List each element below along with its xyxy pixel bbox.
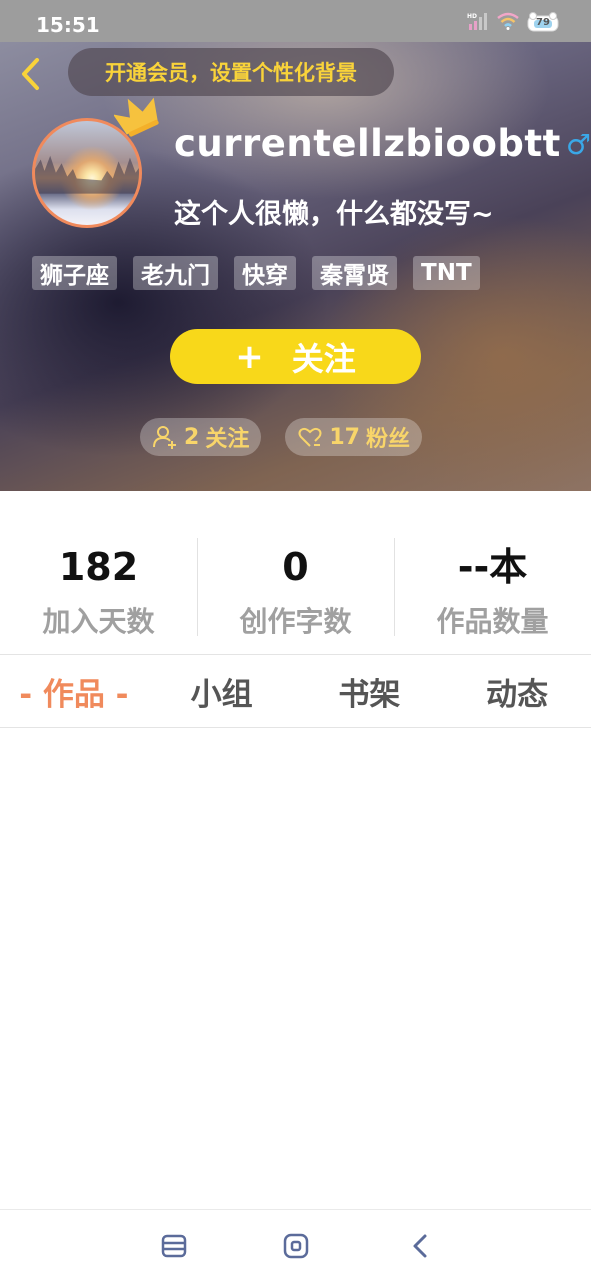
- wifi-icon: [497, 12, 519, 34]
- status-bar: 15:51 HD 79: [0, 0, 591, 42]
- status-icons: HD 79: [467, 12, 561, 34]
- system-nav-bar: [0, 1209, 591, 1280]
- tab-groups[interactable]: 小组: [148, 655, 296, 727]
- tab-activity[interactable]: 动态: [443, 655, 591, 727]
- recent-apps-button[interactable]: [158, 1230, 190, 1262]
- user-add-icon: [153, 426, 176, 449]
- fans-label: 粉丝: [365, 427, 410, 452]
- interest-tags: 狮子座 老九门 快穿 秦霄贤 TNT: [32, 256, 480, 290]
- stat-label: 加入天数: [42, 605, 155, 638]
- tag[interactable]: 秦霄贤: [312, 256, 397, 290]
- following-label: 关注: [205, 427, 250, 452]
- home-square-icon: [283, 1233, 309, 1259]
- system-back-button[interactable]: [404, 1230, 436, 1262]
- following-count: 2: [184, 424, 200, 450]
- tag[interactable]: TNT: [413, 256, 480, 290]
- stat-word-count: 0 创作字数: [197, 536, 394, 640]
- tag[interactable]: 老九门: [133, 256, 218, 290]
- tag[interactable]: 快穿: [234, 256, 296, 290]
- tab-content-area: [0, 728, 591, 1208]
- svg-text:HD: HD: [467, 13, 477, 20]
- status-time: 15:51: [36, 13, 100, 37]
- avatar-landscape: [35, 155, 139, 194]
- battery-level: 79: [536, 17, 550, 28]
- fans-count: 17: [329, 424, 360, 450]
- crown-icon: [112, 94, 162, 142]
- menu-icon: [161, 1234, 187, 1258]
- back-chevron-icon: [413, 1234, 427, 1258]
- hd-signal-icon: HD: [467, 12, 489, 34]
- home-button[interactable]: [280, 1230, 312, 1262]
- stat-days-joined: 182 加入天数: [0, 536, 197, 640]
- stat-value: 182: [58, 545, 139, 589]
- profile-tabs: - 作品 - 小组 书架 动态: [0, 655, 591, 727]
- male-gender-icon: ♂: [566, 128, 591, 161]
- heart-icon: [298, 427, 322, 447]
- profile-header: 开通会员，设置个性化背景 currentellzbioobtt ♂ 这个人很懒，…: [0, 42, 591, 491]
- stat-value: 0: [282, 545, 309, 589]
- fans-count-button[interactable]: 17 粉丝: [285, 418, 422, 456]
- tag[interactable]: 狮子座: [32, 256, 117, 290]
- stat-label: 作品数量: [436, 605, 549, 638]
- battery-icon: 79: [527, 12, 561, 34]
- stat-value: --本: [457, 545, 528, 589]
- chevron-left-icon: [22, 58, 39, 90]
- vip-background-banner[interactable]: 开通会员，设置个性化背景: [68, 48, 394, 96]
- following-count-button[interactable]: 2 关注: [140, 418, 262, 456]
- username: currentellzbioobtt: [174, 122, 561, 165]
- stat-label: 创作字数: [239, 605, 352, 638]
- profile-stats: 182 加入天数 0 创作字数 --本 作品数量: [0, 536, 591, 640]
- user-bio: 这个人很懒，什么都没写~: [174, 199, 494, 230]
- plus-icon: +: [235, 336, 264, 377]
- tab-works[interactable]: - 作品 -: [0, 655, 148, 727]
- back-button[interactable]: [14, 54, 46, 94]
- follow-button[interactable]: + 关注: [170, 329, 421, 384]
- follow-button-label: 关注: [291, 339, 356, 378]
- stat-works-count: --本 作品数量: [394, 536, 591, 640]
- follow-counts: 2 关注 17 粉丝: [140, 418, 422, 456]
- tab-bookshelf[interactable]: 书架: [296, 655, 444, 727]
